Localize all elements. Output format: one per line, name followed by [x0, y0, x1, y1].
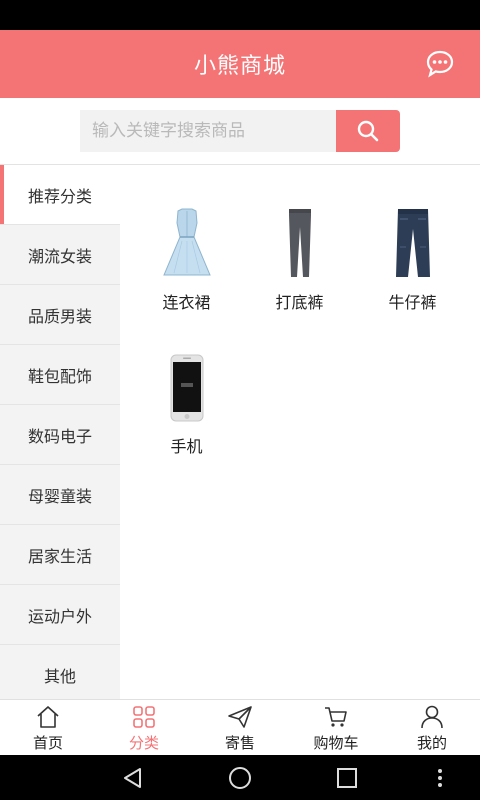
sidebar-item-recommended[interactable]: 推荐分类	[0, 165, 120, 225]
recent-apps-icon[interactable]	[335, 766, 359, 790]
nav-consign[interactable]: 寄售	[192, 700, 288, 756]
jeans-image	[395, 209, 430, 277]
status-bar	[0, 0, 480, 30]
sidebar-item-shoes-bags[interactable]: 鞋包配饰	[0, 345, 120, 405]
home-circle-icon[interactable]	[228, 766, 252, 790]
user-icon	[421, 705, 443, 728]
sidebar-item-label: 品质男装	[27, 306, 92, 326]
search-icon	[357, 120, 379, 142]
sidebar-item-womens-fashion[interactable]: 潮流女装	[0, 225, 120, 285]
sidebar-item-baby-kids[interactable]: 母婴童装	[0, 465, 120, 525]
nav-label: 寄售	[224, 733, 255, 752]
system-navigation-bar	[0, 755, 480, 800]
product-phone[interactable]: 手机	[130, 339, 243, 483]
nav-label: 购物车	[313, 733, 359, 752]
sidebar-item-electronics[interactable]: 数码电子	[0, 405, 120, 465]
cart-icon	[325, 706, 347, 727]
product-jeans[interactable]: 牛仔裤	[356, 195, 469, 339]
sidebar-item-sports-outdoor[interactable]: 运动户外	[0, 585, 120, 645]
nav-profile[interactable]: 我的	[384, 700, 480, 756]
message-button[interactable]	[424, 48, 456, 80]
category-icon	[133, 705, 155, 728]
page-title: 小熊商城	[193, 54, 286, 79]
leggings-image	[288, 209, 311, 277]
nav-label: 我的	[416, 733, 447, 752]
nav-label: 分类	[128, 733, 159, 752]
sidebar-item-label: 运动户外	[27, 606, 92, 626]
sidebar-item-label: 其他	[43, 666, 76, 686]
phone-image	[170, 354, 203, 422]
back-icon[interactable]	[121, 766, 145, 790]
product-dress[interactable]: 连衣裙	[130, 195, 243, 339]
app-header: 小熊商城	[0, 30, 480, 98]
sidebar-item-label: 鞋包配饰	[27, 366, 92, 386]
sidebar-item-label: 母婴童装	[27, 486, 92, 506]
search-button[interactable]	[336, 110, 400, 152]
chat-icon	[426, 50, 454, 78]
product-leggings[interactable]: 打底裤	[243, 195, 356, 339]
nav-label: 首页	[32, 733, 63, 752]
product-name: 手机	[170, 437, 203, 456]
nav-home[interactable]: 首页	[0, 700, 96, 756]
sidebar-item-label: 潮流女装	[27, 246, 92, 266]
sidebar-item-label: 居家生活	[27, 546, 92, 566]
dress-image	[162, 208, 211, 276]
sidebar-item-other[interactable]: 其他	[0, 645, 120, 699]
home-icon	[37, 705, 59, 728]
product-name: 连衣裙	[162, 293, 211, 312]
category-sidebar: 推荐分类 潮流女装 品质男装 鞋包配饰 数码电子 母婴童装 居家生活 运动户外 …	[0, 165, 120, 699]
sidebar-item-label: 数码电子	[27, 426, 92, 446]
search-bar	[0, 98, 480, 165]
sidebar-item-home-living[interactable]: 居家生活	[0, 525, 120, 585]
search-input[interactable]	[80, 110, 336, 152]
bottom-nav: 首页 分类 寄售 购物车 我的	[0, 699, 480, 756]
sidebar-item-label: 推荐分类	[27, 186, 92, 206]
product-name: 打底裤	[275, 293, 324, 312]
nav-cart[interactable]: 购物车	[288, 700, 384, 756]
nav-category[interactable]: 分类	[96, 700, 192, 756]
product-name: 牛仔裤	[388, 293, 437, 312]
send-icon	[228, 705, 252, 728]
more-options-icon[interactable]	[428, 766, 452, 790]
sidebar-item-mens-fashion[interactable]: 品质男装	[0, 285, 120, 345]
category-content: 连衣裙 打底裤 牛仔裤 手机	[120, 165, 480, 699]
